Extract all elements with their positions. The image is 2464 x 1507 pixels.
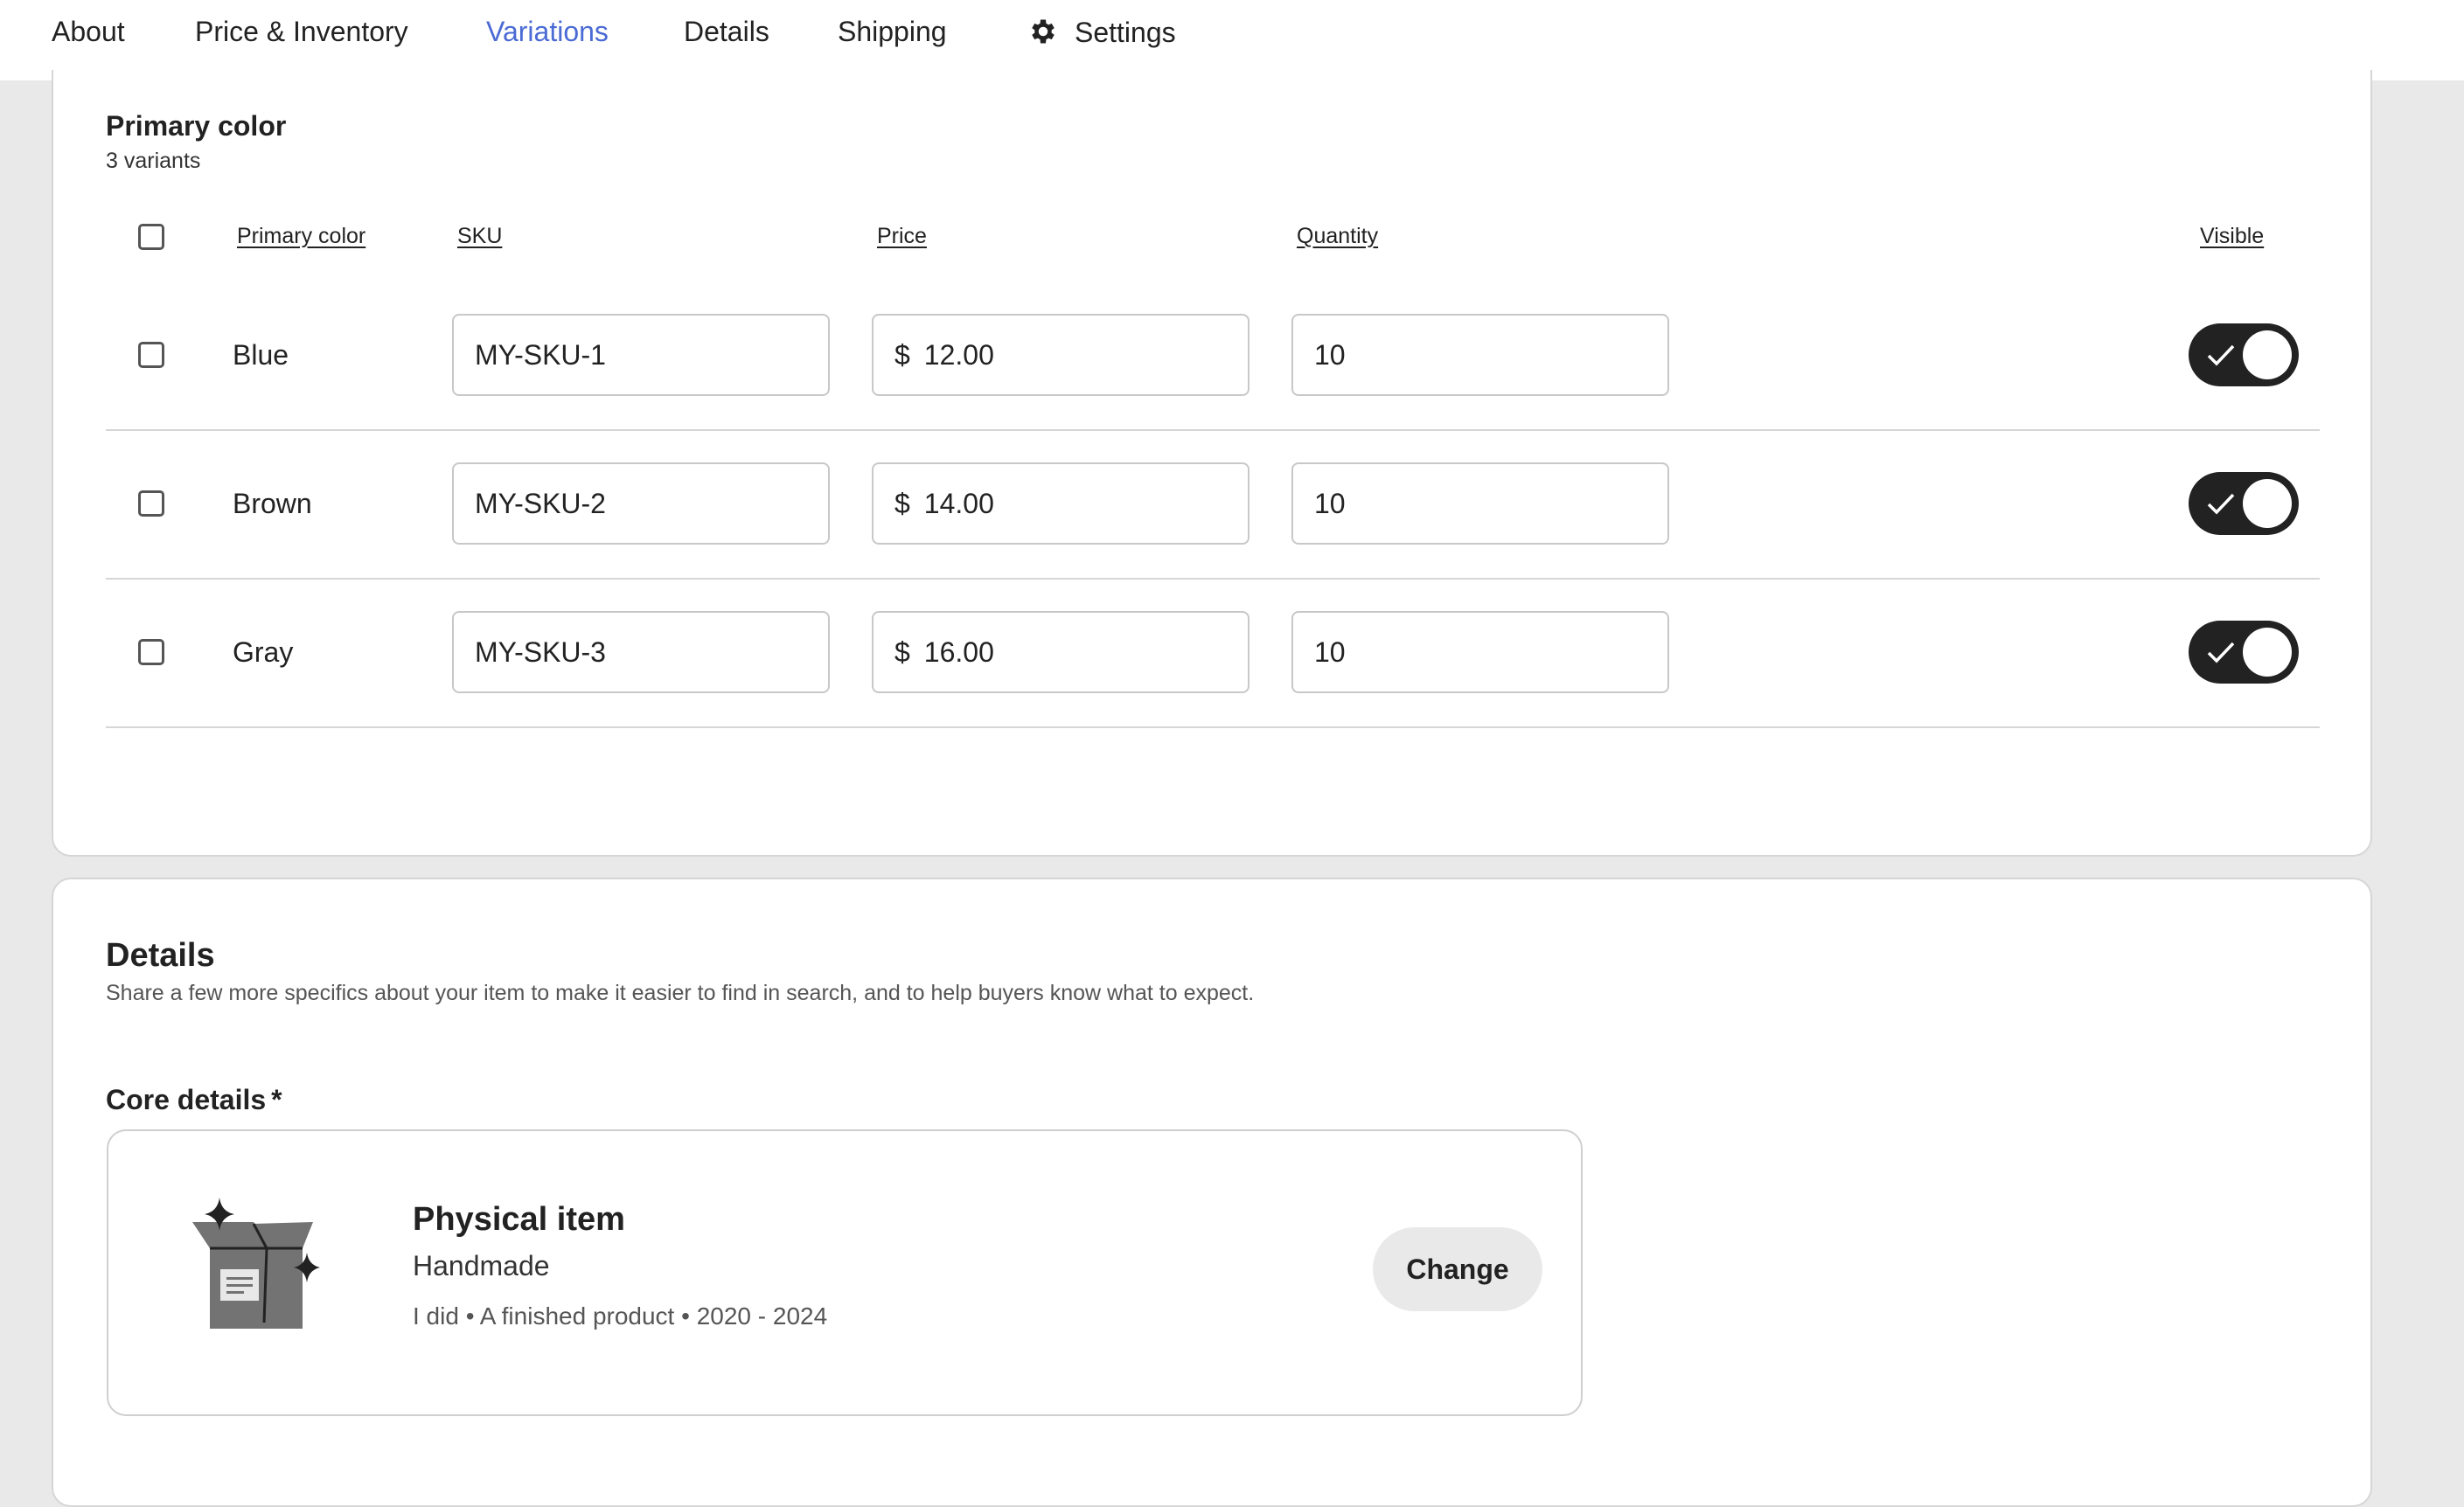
item-type-subtitle: Handmade	[413, 1250, 550, 1281]
toggle-knob	[2243, 330, 2292, 379]
column-header-sku[interactable]: SKU	[457, 224, 502, 249]
price-input[interactable]: $12.00	[872, 314, 1249, 396]
sku-value: MY-SKU-3	[475, 635, 606, 668]
column-header-visible[interactable]: Visible	[2200, 224, 2264, 249]
price-value: 16.00	[923, 635, 994, 668]
core-details-text: Core details	[106, 1084, 267, 1115]
checkmark-icon	[2207, 344, 2235, 366]
core-details-label: Core details *	[106, 1084, 282, 1116]
visible-toggle[interactable]	[2189, 472, 2299, 535]
tab-label: About	[52, 16, 125, 47]
column-header-primary-color[interactable]: Primary color	[237, 224, 365, 249]
price-input[interactable]: $16.00	[872, 611, 1249, 693]
tab-label: Details	[684, 16, 769, 47]
toggle-knob	[2243, 628, 2292, 677]
column-header-quantity[interactable]: Quantity	[1297, 224, 1378, 249]
item-type-title: Physical item	[413, 1201, 625, 1238]
column-header-price[interactable]: Price	[877, 224, 927, 249]
quantity-value: 10	[1314, 338, 1346, 371]
details-title: Details	[106, 937, 215, 974]
variant-color-label: Gray	[233, 636, 294, 668]
quantity-value: 10	[1314, 635, 1346, 668]
variation-title: Primary color	[106, 110, 287, 142]
row-divider	[106, 578, 2320, 580]
change-button[interactable]: Change	[1373, 1227, 1542, 1311]
price-value: 14.00	[923, 487, 994, 519]
variant-count: 3 variants	[106, 149, 201, 173]
gear-icon	[1032, 19, 1055, 44]
visible-toggle[interactable]	[2189, 621, 2299, 684]
row-divider	[106, 726, 2320, 728]
select-all-checkbox[interactable]	[138, 224, 164, 250]
visible-toggle[interactable]	[2189, 323, 2299, 386]
core-details-box: Physical item Handmade I did • A finishe…	[107, 1129, 1583, 1416]
item-type-meta: I did • A finished product • 2020 - 2024	[413, 1302, 828, 1330]
price-value: 12.00	[923, 338, 994, 371]
variant-color-label: Brown	[233, 488, 312, 519]
details-description: Share a few more specifics about your it…	[106, 981, 1255, 1005]
tab-label: Variations	[486, 16, 609, 47]
required-mark: *	[271, 1084, 282, 1115]
sku-input[interactable]: MY-SKU-2	[452, 462, 830, 545]
checkmark-icon	[2207, 642, 2235, 663]
sku-input[interactable]: MY-SKU-1	[452, 314, 830, 396]
details-card: Details Share a few more specifics about…	[52, 878, 2372, 1507]
quantity-value: 10	[1314, 487, 1346, 519]
sku-value: MY-SKU-2	[475, 487, 606, 519]
currency-symbol: $	[894, 635, 910, 668]
quantity-input[interactable]: 10	[1291, 611, 1669, 693]
price-input[interactable]: $14.00	[872, 462, 1249, 545]
row-divider	[106, 429, 2320, 431]
checkmark-icon	[2207, 493, 2235, 515]
variant-color-label: Blue	[233, 339, 289, 371]
tab-label: Settings	[1075, 17, 1176, 48]
tab-label: Shipping	[838, 16, 947, 47]
sku-value: MY-SKU-1	[475, 338, 606, 371]
tab-label: Price & Inventory	[195, 16, 408, 47]
toggle-knob	[2243, 479, 2292, 528]
sku-input[interactable]: MY-SKU-3	[452, 611, 830, 693]
row-checkbox[interactable]	[138, 639, 164, 665]
currency-symbol: $	[894, 338, 910, 371]
variations-card: Primary color 3 variants Primary color S…	[52, 70, 2372, 857]
listing-editor-nav: About Price & Inventory Variations Detai…	[0, 0, 2464, 83]
row-checkbox[interactable]	[138, 342, 164, 368]
quantity-input[interactable]: 10	[1291, 314, 1669, 396]
row-checkbox[interactable]	[138, 490, 164, 517]
box-icon	[192, 1198, 320, 1329]
currency-symbol: $	[894, 487, 910, 519]
quantity-input[interactable]: 10	[1291, 462, 1669, 545]
